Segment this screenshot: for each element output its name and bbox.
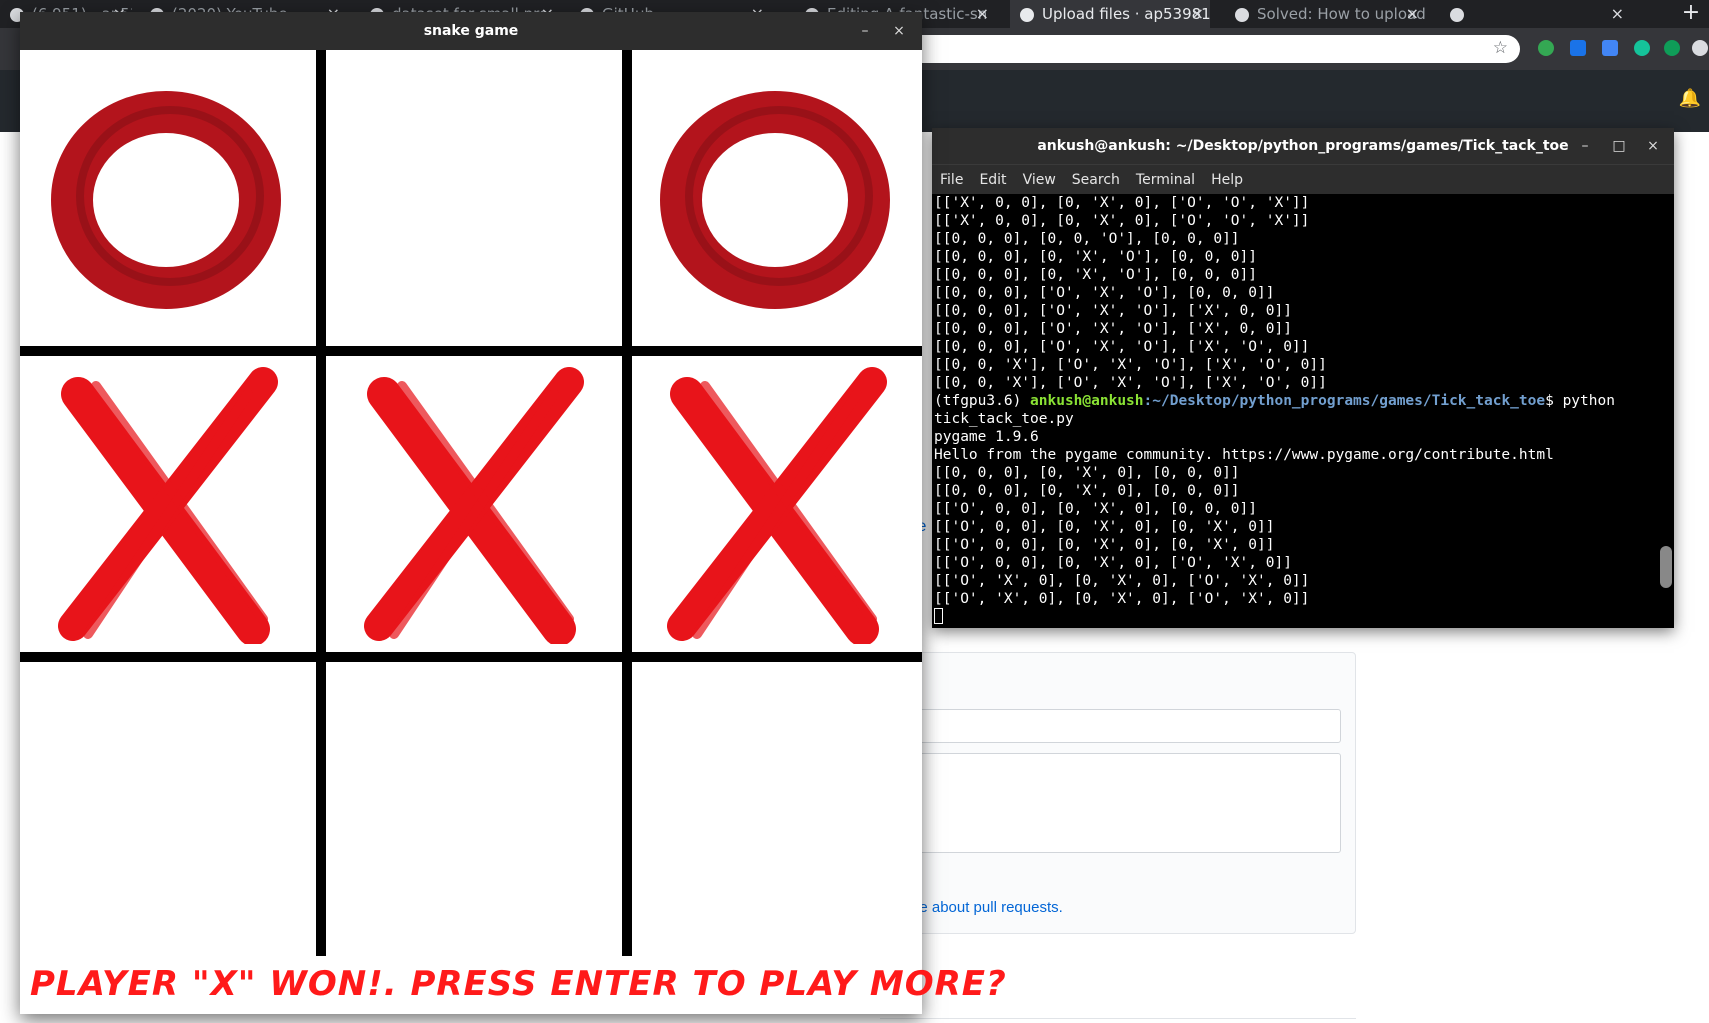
tab-close-button[interactable]: × — [1611, 0, 1624, 28]
game-minimize-button[interactable]: – — [852, 13, 878, 49]
terminal-output-line: [[0, 0, 0], [0, 'X', 0], [0, 0, 0]] — [934, 483, 1240, 499]
board-cell[interactable] — [632, 50, 922, 346]
terminal-output-line: [['O', 0, 0], [0, 'X', 0], ['O', 'X', 0]… — [934, 555, 1292, 571]
terminal-output-line: [[0, 0, 0], [0, 0, 'O'], [0, 0, 0]] — [934, 231, 1240, 247]
game-close-button[interactable]: × — [886, 13, 912, 49]
x-mark-icon — [364, 367, 584, 644]
game-status-message: PLAYER "X" WON!. PRESS ENTER TO PLAY MOR… — [30, 964, 1007, 1004]
terminal-output-line: [[0, 0, 0], ['O', 'X', 'O'], ['X', 0, 0]… — [934, 321, 1292, 337]
prompt-env: (tfgpu3.6) — [934, 393, 1031, 409]
terminal-close-button[interactable]: × — [1640, 128, 1666, 164]
menu-search[interactable]: Search — [1064, 165, 1128, 195]
tab-favicon-icon — [1235, 7, 1249, 22]
tic-tac-toe-board — [20, 50, 922, 956]
terminal-window: ankush@ankush: ~/Desktop/python_programs… — [932, 128, 1674, 628]
commit-summary-input[interactable] — [881, 709, 1341, 743]
board-cell[interactable] — [20, 356, 316, 652]
divider — [880, 1018, 1356, 1019]
terminal-menubar: File Edit View Search Terminal Help — [932, 164, 1674, 194]
extension-badge-icon[interactable] — [1570, 40, 1586, 56]
terminal-output-line: [['O', 0, 0], [0, 'X', 0], [0, 'X', 0]] — [934, 537, 1275, 553]
terminal-output-line: [['O', 0, 0], [0, 'X', 0], [0, 0, 0]] — [934, 501, 1258, 517]
terminal-output-line: [[0, 0, 0], ['O', 'X', 'O'], [0, 0, 0]] — [934, 285, 1275, 301]
prompt-user: ankush@ankush — [1030, 393, 1144, 409]
terminal-output-line: [[0, 0, 0], ['O', 'X', 'O'], ['X', 0, 0]… — [934, 303, 1292, 319]
terminal-output-line: [['O', 'X', 0], [0, 'X', 0], ['O', 'X', … — [934, 573, 1310, 589]
terminal-output-line: [[0, 0, 'X'], ['O', 'X', 'O'], ['X', 'O'… — [934, 375, 1327, 391]
extension-ring-icon[interactable] — [1538, 40, 1554, 56]
tab-close-button[interactable]: × — [976, 0, 989, 28]
prompt-path: :~/Desktop/python_programs/games/Tick_ta… — [1143, 393, 1546, 409]
terminal-output-line: [['O', 0, 0], [0, 'X', 0], [0, 'X', 0]] — [934, 519, 1275, 535]
tab-label: Upload files · ap53981 — [1042, 5, 1210, 23]
x-mark-icon — [58, 367, 278, 644]
terminal-output[interactable]: [['X', 0, 0], [0, 'X', 0], ['O', 'O', 'X… — [932, 194, 1674, 628]
o-mark-icon — [660, 91, 890, 309]
board-cell[interactable] — [20, 662, 316, 956]
terminal-output-line: [[0, 0, 0], [0, 'X', 'O'], [0, 0, 0]] — [934, 249, 1258, 265]
commit-description-textarea[interactable] — [881, 753, 1341, 853]
terminal-output-line: [['O', 'X', 0], [0, 'X', 0], ['O', 'X', … — [934, 591, 1310, 607]
board-cell[interactable] — [326, 356, 622, 652]
terminal-output-line: [[0, 0, 'X'], ['O', 'X', 'O'], ['X', 'O'… — [934, 357, 1327, 373]
terminal-output-line: pygame 1.9.6 — [934, 429, 1039, 445]
menu-terminal[interactable]: Terminal — [1128, 165, 1203, 195]
menu-edit[interactable]: Edit — [971, 165, 1014, 195]
terminal-maximize-button[interactable]: □ — [1606, 128, 1632, 164]
terminal-titlebar: ankush@ankush: ~/Desktop/python_programs… — [932, 128, 1674, 164]
game-title: snake game — [423, 23, 519, 39]
browser-tab[interactable]: × — [1440, 0, 1630, 28]
menu-view[interactable]: View — [1015, 165, 1064, 195]
terminal-minimize-button[interactable]: – — [1572, 128, 1598, 164]
extension-image-icon[interactable] — [1602, 40, 1618, 56]
grammarly-icon[interactable] — [1634, 40, 1650, 56]
menu-help[interactable]: Help — [1203, 165, 1251, 195]
notification-bell-icon[interactable]: 🔔 — [1679, 88, 1701, 109]
new-tab-button[interactable]: + — [1677, 0, 1705, 28]
terminal-output-line: [[0, 0, 0], [0, 'X', 'O'], [0, 0, 0]] — [934, 267, 1258, 283]
commit-form-card: n more about pull requests. — [880, 652, 1356, 934]
bookmark-star-icon[interactable]: ☆ — [1493, 38, 1508, 58]
browser-tab[interactable]: Solved: How to upload × — [1225, 0, 1425, 28]
menu-file[interactable]: File — [932, 165, 971, 195]
x-mark-icon — [667, 367, 887, 644]
tab-favicon-icon — [1020, 7, 1034, 22]
prompt-command-continuation: tick_tack_toe.py — [934, 411, 1074, 427]
tab-close-button[interactable]: × — [1191, 0, 1204, 28]
game-titlebar: snake game – × — [20, 12, 922, 50]
game-window: snake game – × PLAYER "X" WON!. PRESS EN… — [20, 12, 1006, 1014]
tab-label: Solved: How to upload — [1257, 5, 1425, 23]
terminal-output-line: [['X', 0, 0], [0, 'X', 0], ['O', 'O', 'X… — [934, 213, 1310, 229]
extension-compass-icon[interactable] — [1692, 40, 1708, 56]
terminal-output-line: [[0, 0, 0], ['O', 'X', 'O'], ['X', 'O', … — [934, 339, 1310, 355]
board-cell[interactable] — [632, 356, 922, 652]
board-cell[interactable] — [326, 50, 622, 346]
extension-leaf-icon[interactable] — [1664, 40, 1680, 56]
tab-favicon-icon — [1450, 7, 1464, 22]
board-cell[interactable] — [326, 662, 622, 956]
text-cursor — [934, 608, 943, 624]
address-bar[interactable]: ☆ — [900, 35, 1520, 63]
terminal-cursor-line — [934, 608, 1646, 626]
terminal-output-line: [['X', 0, 0], [0, 'X', 0], ['O', 'O', 'X… — [934, 195, 1310, 211]
board-cell[interactable] — [632, 662, 922, 956]
board-cell[interactable] — [20, 50, 316, 346]
terminal-output-line: Hello from the pygame community. https:/… — [934, 447, 1554, 463]
prompt-command: $ python — [1545, 393, 1615, 409]
game-status-bar: PLAYER "X" WON!. PRESS ENTER TO PLAY MOR… — [20, 956, 1006, 1014]
tab-close-button[interactable]: × — [1406, 0, 1419, 28]
terminal-prompt-line: (tfgpu3.6) ankush@ankush:~/Desktop/pytho… — [934, 392, 1646, 410]
terminal-scrollbar[interactable] — [1660, 546, 1672, 588]
o-mark-icon — [51, 91, 281, 309]
terminal-title: ankush@ankush: ~/Desktop/python_programs… — [1037, 138, 1569, 154]
browser-tab[interactable]: Upload files · ap53981 × — [1010, 0, 1210, 28]
terminal-output-line: [[0, 0, 0], [0, 'X', 0], [0, 0, 0]] — [934, 465, 1240, 481]
